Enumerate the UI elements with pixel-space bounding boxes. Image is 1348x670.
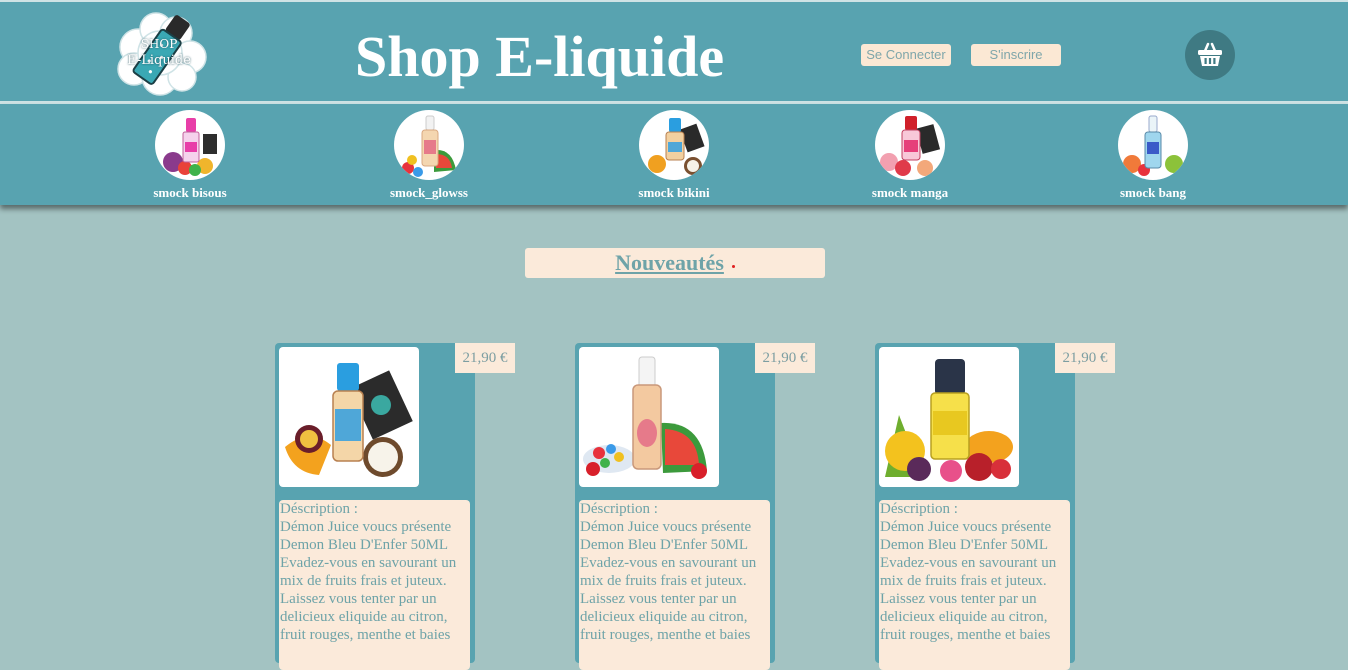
category-smock-manga[interactable]: smock manga [855,110,965,201]
product-image[interactable] [879,347,1019,487]
logo-text-shop: SHOP [140,37,178,51]
category-label: smock manga [871,185,949,200]
cloud-logo-icon [117,12,207,96]
section-title-text[interactable]: Nouveautés [615,250,724,275]
bottle-pink-icon [163,118,217,176]
product-card[interactable]: Déscription : Démon Juice voucs présente… [575,343,775,670]
site-title: Shop E-liquide [355,24,725,89]
category-smock-glowss[interactable]: smock_glowss [374,110,484,201]
new-products-heading: Nouveautés [525,248,825,278]
product-card[interactable]: Déscription : Démon Juice voucs présente… [875,343,1075,670]
category-thumbnail [1118,110,1188,180]
description-label: Déscription : [880,501,958,517]
category-smock-bisous[interactable]: smock bisous [135,110,245,201]
category-nav: smock bisous smock_glowss smock bikini s… [0,104,1348,205]
description-text: Démon Juice voucs présente Demon Bleu D'… [580,519,757,643]
bottle-red-icon [880,116,941,176]
category-label: smock_glowss [389,185,468,200]
product-image[interactable] [279,347,419,487]
red-dot-icon [731,265,735,268]
product-price: 21,90 € [755,343,815,373]
bottle-blue-icon [648,118,705,175]
category-thumbnail [394,110,464,180]
category-thumbnail [155,110,225,180]
login-button[interactable]: Se Connecter [861,44,951,66]
product-price: 21,90 € [1055,343,1115,373]
category-smock-bang[interactable]: smock bang [1098,110,1208,201]
description-label: Déscription : [280,501,358,517]
product-bottle-glow-icon [583,356,707,479]
product-card[interactable]: Déscription : Démon Juice voucs présente… [275,343,475,670]
description-text: Démon Juice voucs présente Demon Bleu D'… [880,519,1057,643]
product-description: Déscription : Démon Juice voucs présente… [879,500,1070,670]
product-bottle-yellow-icon [885,359,1013,482]
category-smock-bikini[interactable]: smock bikini [619,110,729,201]
site-header: SHOP E-Liquide Shop E-liquide Se Connect… [0,2,1348,102]
bottle-glow-icon [402,115,456,177]
description-label: Déscription : [580,501,658,517]
bottle-bang-icon [1123,115,1183,176]
product-price: 21,90 € [455,343,515,373]
product-bottle-blue-icon [285,363,413,477]
category-thumbnail [875,110,945,180]
product-image[interactable] [579,347,719,487]
signup-button[interactable]: S'inscrire [971,44,1061,66]
product-description: Déscription : Démon Juice voucs présente… [279,500,470,670]
site-logo[interactable]: SHOP E-Liquide [112,7,210,97]
cart-button[interactable] [1185,30,1235,80]
category-thumbnail [639,110,709,180]
category-label: smock bang [1119,185,1187,200]
description-text: Démon Juice voucs présente Demon Bleu D'… [280,519,457,643]
product-description: Déscription : Démon Juice voucs présente… [579,500,770,670]
category-label: smock bisous [153,185,227,200]
category-label: smock bikini [638,185,710,200]
basket-icon [1198,42,1222,66]
logo-text-eliquide: E-Liquide [127,53,191,68]
